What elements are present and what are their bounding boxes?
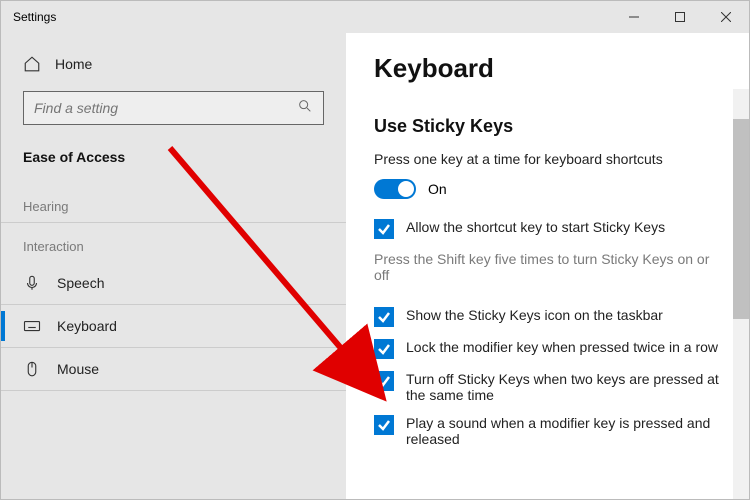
checkbox-icon — [374, 415, 394, 435]
checkbox-label: Allow the shortcut key to start Sticky K… — [406, 219, 665, 235]
nav-home[interactable]: Home — [1, 45, 346, 83]
search-icon — [297, 98, 313, 119]
checkbox-label: Play a sound when a modifier key is pres… — [406, 415, 721, 447]
content-pane: Keyboard Use Sticky Keys Press one key a… — [346, 33, 749, 499]
breadcrumb: Ease of Access — [1, 141, 346, 183]
checkbox-icon — [374, 307, 394, 327]
nav-keyboard-label: Keyboard — [57, 318, 117, 334]
checkbox-label: Show the Sticky Keys icon on the taskbar — [406, 307, 663, 323]
checkbox-label: Turn off Sticky Keys when two keys are p… — [406, 371, 721, 403]
nav-keyboard[interactable]: Keyboard — [1, 305, 346, 347]
settings-window: Settings Home Ease of Access Hearing Int… — [0, 0, 750, 500]
scrollbar-thumb[interactable] — [733, 119, 749, 319]
section-title: Use Sticky Keys — [374, 116, 721, 137]
minimize-button[interactable] — [611, 1, 657, 33]
nav-mouse[interactable]: Mouse — [1, 348, 346, 390]
titlebar: Settings — [1, 1, 749, 33]
close-button[interactable] — [703, 1, 749, 33]
group-hearing: Hearing — [1, 183, 346, 222]
maximize-button[interactable] — [657, 1, 703, 33]
search-box[interactable] — [23, 91, 324, 125]
nav-speech-label: Speech — [57, 275, 104, 291]
checkbox-icon — [374, 371, 394, 391]
scrollbar-track[interactable] — [733, 89, 749, 499]
nav-speech[interactable]: Speech — [1, 262, 346, 304]
keyboard-icon — [23, 317, 41, 335]
window-title: Settings — [13, 10, 56, 24]
page-title: Keyboard — [374, 53, 721, 84]
group-interaction: Interaction — [1, 223, 346, 262]
section-desc: Press one key at a time for keyboard sho… — [374, 151, 721, 167]
nav-home-label: Home — [55, 56, 92, 72]
checkbox-turn-off-two-keys[interactable]: Turn off Sticky Keys when two keys are p… — [374, 371, 721, 403]
checkbox-lock-modifier[interactable]: Lock the modifier key when pressed twice… — [374, 339, 721, 359]
toggle-state-label: On — [428, 181, 447, 197]
sidebar: Home Ease of Access Hearing Interaction … — [1, 33, 346, 499]
checkbox-label: Lock the modifier key when pressed twice… — [406, 339, 718, 355]
search-input[interactable] — [34, 100, 297, 116]
checkbox-show-icon[interactable]: Show the Sticky Keys icon on the taskbar — [374, 307, 721, 327]
checkbox-icon — [374, 339, 394, 359]
checkbox-allow-shortcut[interactable]: Allow the shortcut key to start Sticky K… — [374, 219, 721, 239]
hint-shift5: Press the Shift key five times to turn S… — [374, 251, 721, 283]
checkbox-icon — [374, 219, 394, 239]
home-icon — [23, 55, 41, 73]
checkbox-play-sound[interactable]: Play a sound when a modifier key is pres… — [374, 415, 721, 447]
nav-mouse-label: Mouse — [57, 361, 99, 377]
microphone-icon — [23, 274, 41, 292]
mouse-icon — [23, 360, 41, 378]
divider — [1, 390, 346, 391]
sticky-keys-toggle[interactable] — [374, 179, 416, 199]
